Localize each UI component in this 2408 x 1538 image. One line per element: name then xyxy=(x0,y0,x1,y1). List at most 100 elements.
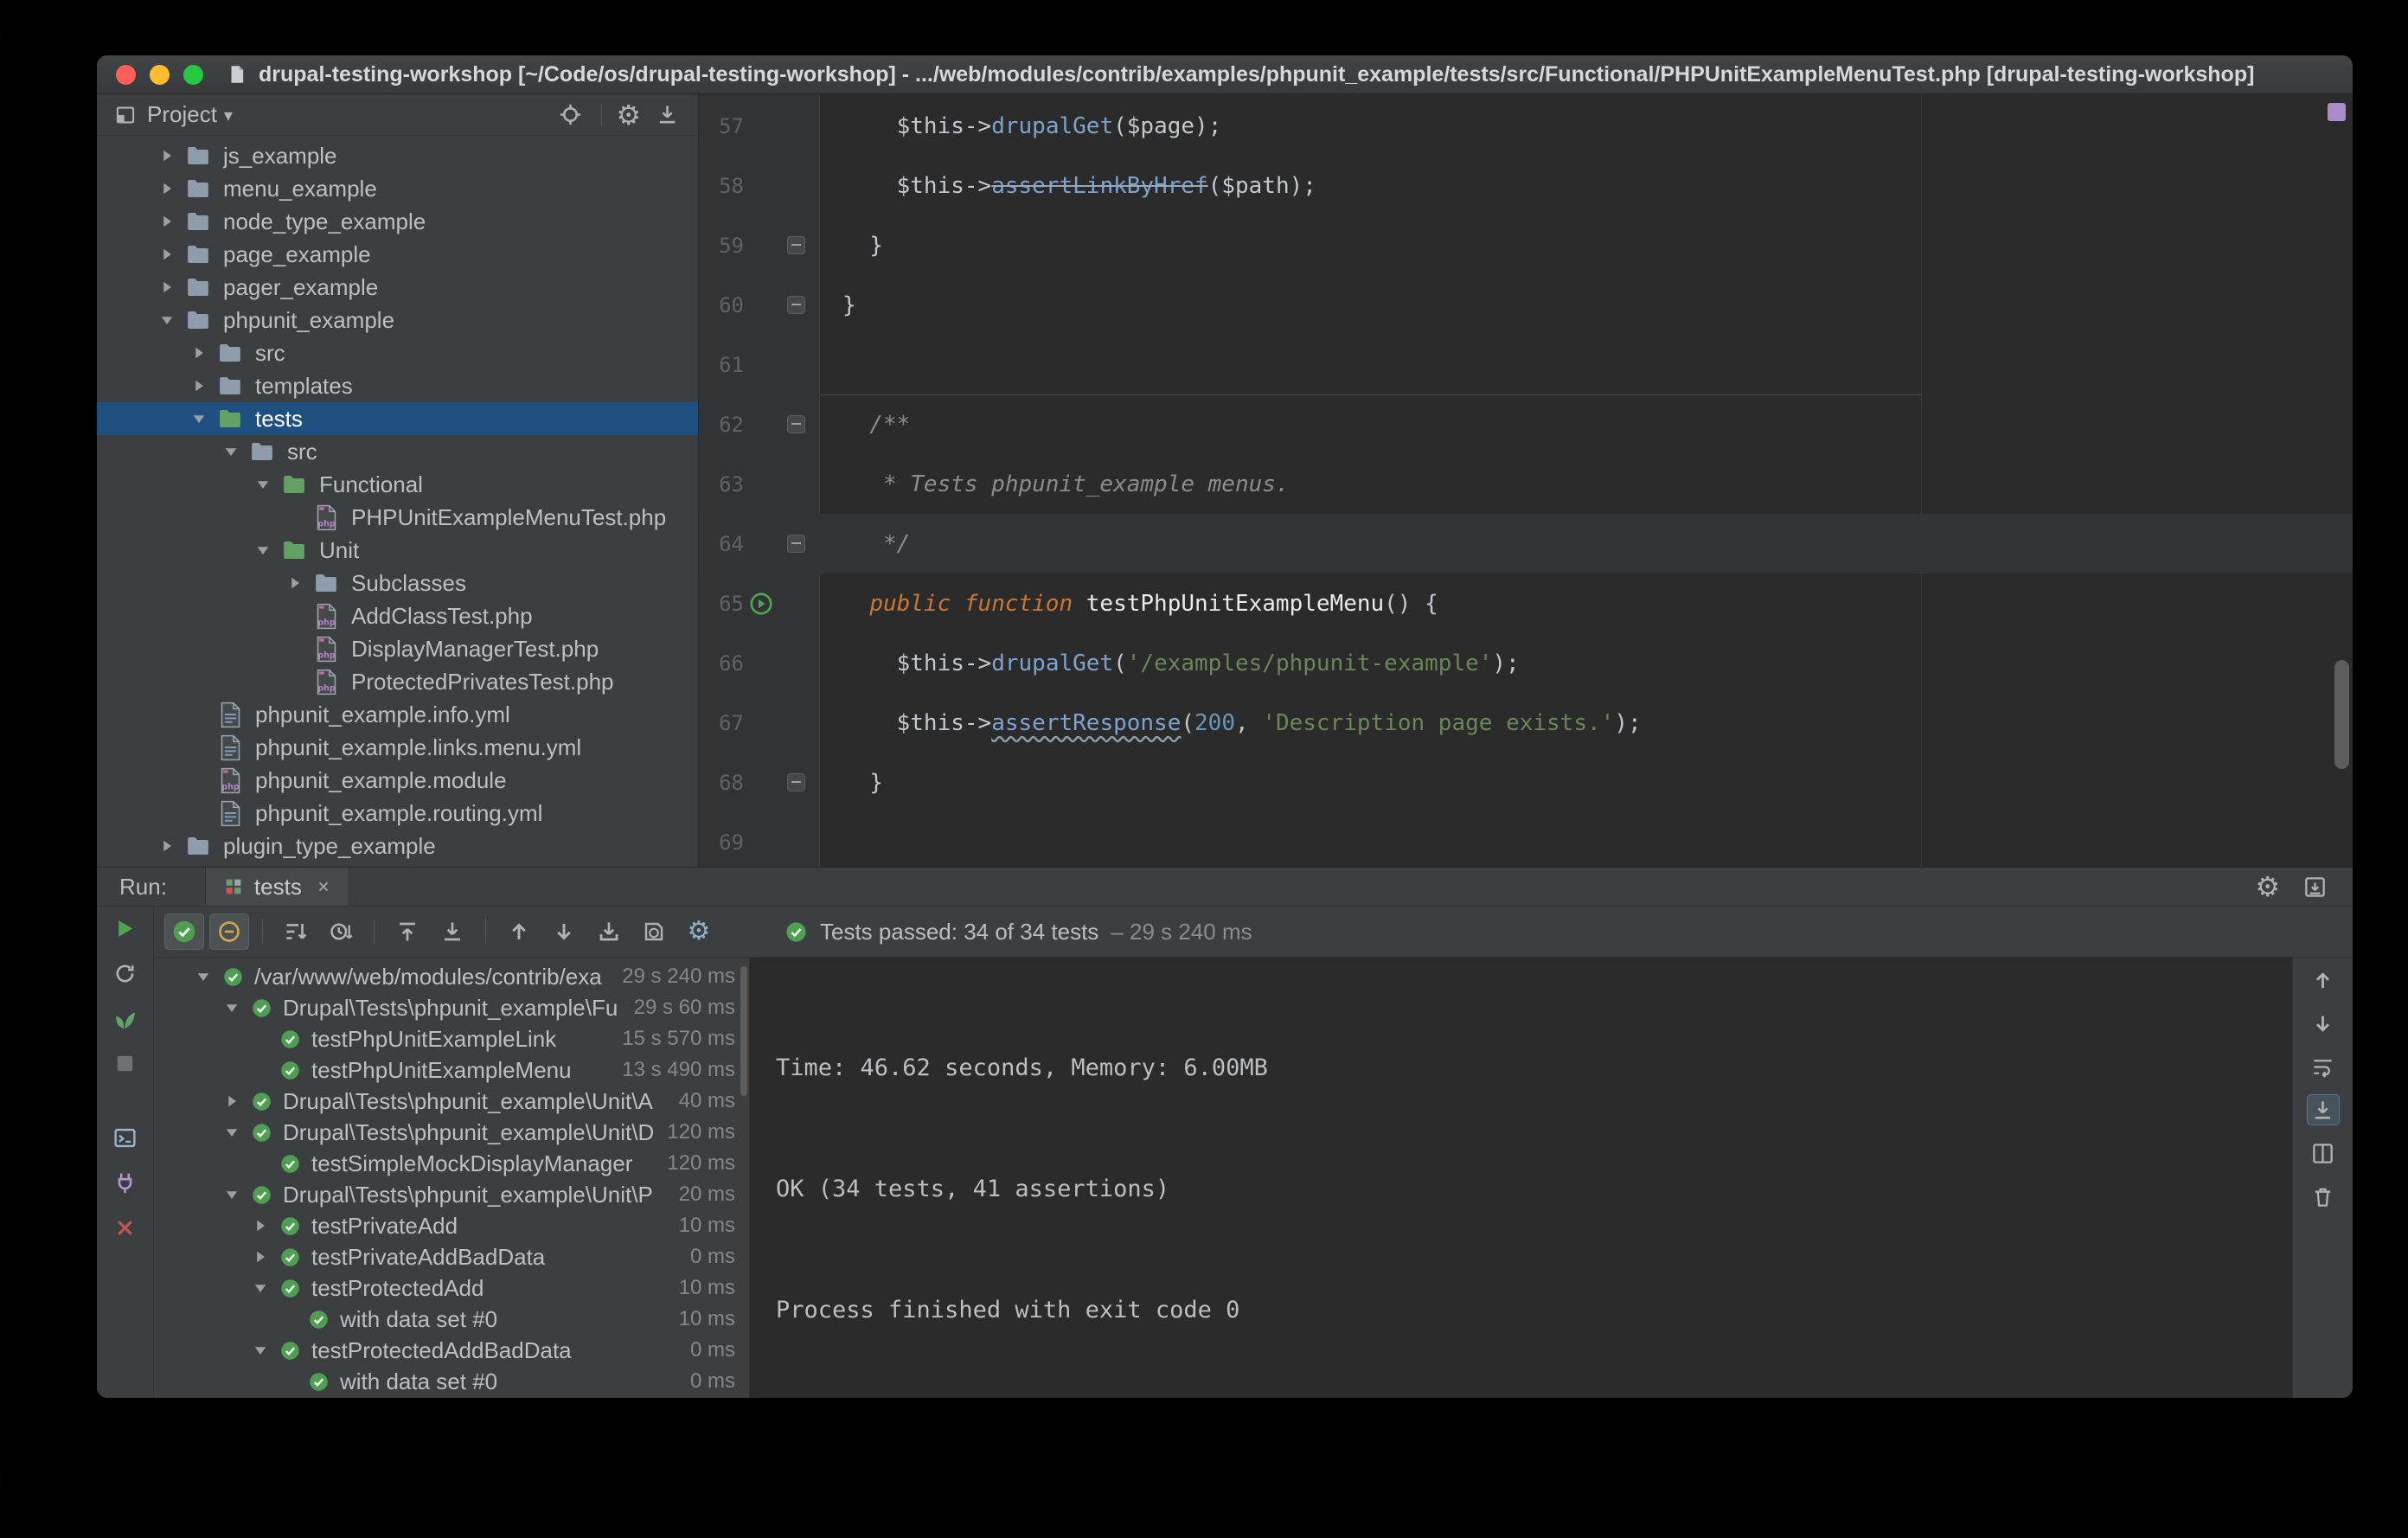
chevron-down-icon[interactable] xyxy=(246,1336,275,1365)
test-history-button[interactable] xyxy=(634,913,674,950)
clear-console-button[interactable] xyxy=(2307,1181,2340,1212)
chevron-right-icon[interactable] xyxy=(217,1086,247,1116)
caret-down-icon[interactable]: ▾ xyxy=(224,106,233,124)
chevron-right-icon[interactable] xyxy=(184,371,214,401)
project-item-functional[interactable]: Functional xyxy=(97,468,698,501)
test-item-testphpunitexamplelink[interactable]: testPhpUnitExampleLink 15 s 570 ms xyxy=(154,1023,749,1054)
zoom-window-button[interactable] xyxy=(183,64,203,85)
project-panel-title[interactable]: Project xyxy=(147,101,217,128)
code-line-57[interactable]: 57 $this->drupalGet($page); xyxy=(699,96,2353,156)
run-settings-gear-icon[interactable]: ⚙ xyxy=(2255,873,2280,900)
close-window-button[interactable] xyxy=(116,64,136,85)
project-item-subclasses[interactable]: Subclasses xyxy=(97,567,698,599)
project-item-pager-example[interactable]: pager_example xyxy=(97,271,698,304)
test-item-testprotectedaddbaddata[interactable]: testProtectedAddBadData 0 ms xyxy=(154,1335,749,1366)
fold-marker-icon[interactable] xyxy=(778,535,813,553)
chevron-down-icon[interactable] xyxy=(152,305,182,335)
editor[interactable]: 57 $this->drupalGet($page); 58 $this->ass… xyxy=(699,94,2353,867)
test-item-testsimplemockdisplaymanager[interactable]: testSimpleMockDisplayManager 120 ms xyxy=(154,1148,749,1179)
sort-by-duration-toggle[interactable] xyxy=(321,913,361,950)
rerun-failed-tests-button[interactable] xyxy=(109,958,142,988)
code-line-66[interactable]: 66 $this->drupalGet('/examples/phpunit-e… xyxy=(699,633,2353,693)
chevron-right-icon[interactable] xyxy=(152,240,182,269)
tests-scrollbar[interactable] xyxy=(740,966,747,1096)
chevron-down-icon[interactable] xyxy=(248,535,278,565)
expand-all-button[interactable] xyxy=(387,913,427,950)
hide-panel-button[interactable] xyxy=(2297,869,2332,904)
test-item-drupal-tests-phpunit-example-unit-p[interactable]: Drupal\Tests\phpunit_example\Unit\P 20 ms xyxy=(154,1179,749,1210)
project-item-tests[interactable]: tests xyxy=(97,402,698,435)
code-line-65[interactable]: 65 public function testPhpUnitExampleMen… xyxy=(699,574,2353,633)
titlebar[interactable]: drupal-testing-workshop [~/Code/os/drupa… xyxy=(97,55,2353,94)
code-line-59[interactable]: 59 } xyxy=(699,215,2353,275)
code-line-60[interactable]: 60} xyxy=(699,275,2353,335)
project-item-templates[interactable]: templates xyxy=(97,369,698,402)
chevron-down-icon[interactable] xyxy=(216,437,246,466)
project-item-src[interactable]: src xyxy=(97,336,698,369)
project-item-phpunit-example-info-yml[interactable]: phpunit_example.info.yml xyxy=(97,698,698,731)
test-item-testprotectedadd[interactable]: testProtectedAdd 10 ms xyxy=(154,1272,749,1304)
chevron-down-icon[interactable] xyxy=(217,1118,247,1147)
editor-scrollbar[interactable] xyxy=(2334,660,2349,769)
project-item-displaymanagertest-php[interactable]: DisplayManagerTest.php xyxy=(97,632,698,665)
close-tab-icon[interactable] xyxy=(316,879,331,894)
previous-failed-test-button[interactable] xyxy=(499,913,539,950)
locate-file-button[interactable] xyxy=(553,98,587,132)
chevron-right-icon[interactable] xyxy=(152,831,182,861)
project-item-phpunit-example-links-menu-yml[interactable]: phpunit_example.links.menu.yml xyxy=(97,731,698,764)
fold-marker-icon[interactable] xyxy=(778,415,813,433)
stop-button[interactable] xyxy=(109,1048,142,1078)
fold-marker-icon[interactable] xyxy=(778,296,813,314)
split-console-button[interactable] xyxy=(2307,1137,2340,1169)
console-output[interactable]: Time: 46.62 seconds, Memory: 6.00MB OK (… xyxy=(749,958,2292,1398)
close-run-panel-button[interactable] xyxy=(109,1213,142,1242)
project-item-src[interactable]: src xyxy=(97,435,698,468)
inspection-indicator[interactable] xyxy=(2328,103,2346,121)
test-item-testphpunitexamplemenu[interactable]: testPhpUnitExampleMenu 13 s 490 ms xyxy=(154,1054,749,1086)
chevron-down-icon[interactable] xyxy=(248,470,278,499)
project-item-protectedprivatestest-php[interactable]: ProtectedPrivatesTest.php xyxy=(97,665,698,698)
tab-tests[interactable]: tests xyxy=(204,868,349,906)
chevron-down-icon[interactable] xyxy=(217,993,247,1022)
chevron-right-icon[interactable] xyxy=(246,1242,275,1272)
code-line-58[interactable]: 58 $this->assertLinkByHref($path); xyxy=(699,156,2353,215)
code-line-67[interactable]: 67 $this->assertResponse(200, 'Descripti… xyxy=(699,693,2353,753)
chevron-right-icon[interactable] xyxy=(152,272,182,302)
project-item-phpunitexamplemenutest-php[interactable]: PHPUnitExampleMenuTest.php xyxy=(97,501,698,534)
project-item-js-example[interactable]: js_example xyxy=(97,139,698,172)
project-item-menu-example[interactable]: menu_example xyxy=(97,172,698,205)
test-runner-settings-button[interactable]: ⚙ xyxy=(679,913,719,950)
collapse-all-button[interactable] xyxy=(432,913,472,950)
test-item-drupal-tests-phpunit-example-unit-a[interactable]: Drupal\Tests\phpunit_example\Unit\A 40 ms xyxy=(154,1086,749,1117)
run-test-gutter-icon[interactable] xyxy=(744,591,778,617)
scroll-up-button[interactable] xyxy=(2307,964,2340,996)
project-item-page-example[interactable]: page_example xyxy=(97,238,698,271)
project-item-unit[interactable]: Unit xyxy=(97,534,698,567)
scroll-down-button[interactable] xyxy=(2307,1008,2340,1039)
toggle-auto-test-button[interactable] xyxy=(109,1003,142,1033)
chevron-right-icon[interactable] xyxy=(280,568,310,598)
chevron-down-icon[interactable] xyxy=(184,404,214,433)
project-item-phpunit-example-module[interactable]: phpunit_example.module xyxy=(97,764,698,797)
project-item-plugin-type-example[interactable]: plugin_type_example xyxy=(97,830,698,862)
next-failed-test-button[interactable] xyxy=(544,913,584,950)
import-test-results-button[interactable] xyxy=(589,913,629,950)
rerun-tests-button[interactable] xyxy=(109,913,142,943)
show-passed-toggle[interactable] xyxy=(164,913,204,950)
project-settings-gear-icon[interactable]: ⚙ xyxy=(616,101,641,129)
test-item-testprivateadd[interactable]: testPrivateAdd 10 ms xyxy=(154,1210,749,1241)
collapse-all-button[interactable] xyxy=(650,98,684,132)
chevron-down-icon[interactable] xyxy=(217,1180,247,1209)
test-item-drupal-tests-phpunit-example-unit-d[interactable]: Drupal\Tests\phpunit_example\Unit\D 120 m… xyxy=(154,1117,749,1148)
plug-icon[interactable] xyxy=(109,1168,142,1197)
soft-wrap-button[interactable] xyxy=(2307,1051,2340,1082)
code-line-62[interactable]: 62 /** xyxy=(699,394,2353,454)
project-item-phpunit-example-routing-yml[interactable]: phpunit_example.routing.yml xyxy=(97,797,698,830)
chevron-down-icon[interactable] xyxy=(246,1273,275,1303)
test-item-with-data-set-0[interactable]: with data set #0 10 ms xyxy=(154,1304,749,1335)
show-ignored-toggle[interactable] xyxy=(209,913,249,950)
show-console-button[interactable] xyxy=(109,1123,142,1152)
test-item-drupal-tests-phpunit-example-fu[interactable]: Drupal\Tests\phpunit_example\Fu 29 s 60 m… xyxy=(154,992,749,1023)
test-item-var-www-web-modules-contrib-exa[interactable]: /var/www/web/modules/contrib/exa 29 s 240… xyxy=(154,961,749,992)
project-item-addclasstest-php[interactable]: AddClassTest.php xyxy=(97,599,698,632)
